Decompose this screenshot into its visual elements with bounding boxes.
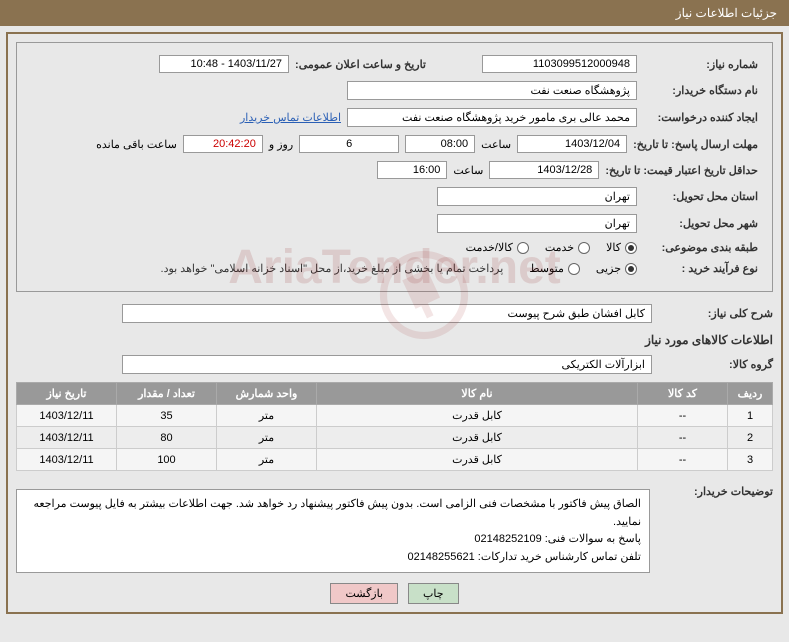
category-radio-group: کالا خدمت کالا/خدمت (466, 241, 637, 254)
cell-name: کابل قدرت (317, 427, 638, 449)
goods-section: شرح کلی نیاز: کابل افشان طبق شرح پیوست ا… (16, 304, 773, 573)
buyer-notes-label: توضیحات خریدار: (658, 481, 773, 498)
cell-row: 1 (728, 405, 773, 427)
buyer-notes-line3: تلفن تماس کارشناس خرید تدارکات: 02148255… (25, 549, 641, 567)
cell-qty: 80 (117, 427, 217, 449)
goods-info-title: اطلاعات کالاهای مورد نیاز (16, 333, 773, 347)
th-row: ردیف (728, 383, 773, 405)
radio-goods[interactable]: کالا (606, 241, 637, 254)
days-and-label: روز و (269, 138, 293, 151)
delivery-province-value: تهران (437, 187, 637, 206)
th-code: کد کالا (638, 383, 728, 405)
cell-name: کابل قدرت (317, 449, 638, 471)
cell-row: 2 (728, 427, 773, 449)
print-button[interactable]: چاپ (408, 583, 459, 604)
radio-medium[interactable]: متوسط (529, 262, 580, 275)
announce-datetime-value: 1403/11/27 - 10:48 (159, 55, 289, 73)
table-row: 2 -- کابل قدرت متر 80 1403/12/11 (17, 427, 773, 449)
price-validity-hour-value: 16:00 (377, 161, 447, 179)
response-date-value: 1403/12/04 (517, 135, 627, 153)
days-remaining-value: 6 (299, 135, 399, 153)
radio-goods-service-label: کالا/خدمت (466, 241, 513, 254)
cell-need-date: 1403/12/11 (17, 427, 117, 449)
radio-service-label: خدمت (545, 241, 574, 254)
payment-note: پرداخت تمام یا بخشی از مبلغ خرید،از محل … (161, 262, 504, 275)
hour-label-1: ساعت (481, 138, 511, 151)
cell-qty: 100 (117, 449, 217, 471)
delivery-province-label: استان محل تحویل: (643, 190, 758, 203)
announce-datetime-label: تاریخ و ساعت اعلان عمومی: (295, 58, 426, 71)
goods-group-value: ابزارآلات الکتریکی (122, 355, 652, 374)
th-need-date: تاریخ نیاز (17, 383, 117, 405)
radio-partial-label: جزیی (596, 262, 621, 275)
radio-goods-service[interactable]: کالا/خدمت (466, 241, 529, 254)
cell-need-date: 1403/12/11 (17, 449, 117, 471)
need-number-value: 1103099512000948 (482, 55, 637, 73)
purchase-process-label: نوع فرآیند خرید : (643, 262, 758, 275)
cell-unit: متر (217, 449, 317, 471)
remaining-label: ساعت باقی مانده (96, 138, 177, 151)
response-hour-value: 08:00 (405, 135, 475, 153)
cell-unit: متر (217, 427, 317, 449)
delivery-city-value: تهران (437, 214, 637, 233)
cell-code: -- (638, 427, 728, 449)
price-validity-date-value: 1403/12/28 (489, 161, 599, 179)
request-creator-label: ایجاد کننده درخواست: (643, 111, 758, 124)
cell-row: 3 (728, 449, 773, 471)
radio-circle-icon (625, 263, 637, 275)
main-container: شماره نیاز: 1103099512000948 تاریخ و ساع… (6, 32, 783, 614)
overall-desc-value: کابل افشان طبق شرح پیوست (122, 304, 652, 323)
process-radio-group: جزیی متوسط (529, 262, 637, 275)
subject-category-label: طبقه بندی موضوعی: (643, 241, 758, 254)
radio-medium-label: متوسط (529, 262, 564, 275)
th-unit: واحد شمارش (217, 383, 317, 405)
th-name: نام کالا (317, 383, 638, 405)
buyer-contact-link[interactable]: اطلاعات تماس خریدار (240, 111, 341, 124)
request-creator-value: محمد عالی بری مامور خرید پژوهشگاه صنعت ن… (347, 108, 637, 127)
goods-table: ردیف کد کالا نام کالا واحد شمارش تعداد /… (16, 382, 773, 471)
page-title: جزئیات اطلاعات نیاز (0, 0, 789, 26)
price-validity-label: حداقل تاریخ اعتبار قیمت: تا تاریخ: (605, 164, 758, 177)
radio-partial[interactable]: جزیی (596, 262, 637, 275)
buttons-row: چاپ بازگشت (16, 583, 773, 604)
table-header-row: ردیف کد کالا نام کالا واحد شمارش تعداد /… (17, 383, 773, 405)
buyer-name-label: نام دستگاه خریدار: (643, 84, 758, 97)
cell-code: -- (638, 405, 728, 427)
buyer-notes-line2: پاسخ به سوالات فنی: 02148252109 (25, 531, 641, 549)
radio-circle-icon (625, 242, 637, 254)
details-section: شماره نیاز: 1103099512000948 تاریخ و ساع… (16, 42, 773, 292)
delivery-city-label: شهر محل تحویل: (643, 217, 758, 230)
cell-qty: 35 (117, 405, 217, 427)
back-button[interactable]: بازگشت (330, 583, 398, 604)
hour-label-2: ساعت (453, 164, 483, 177)
cell-unit: متر (217, 405, 317, 427)
buyer-notes-line1: الصاق پیش فاکتور با مشخصات فنی الزامی اس… (25, 496, 641, 531)
table-row: 1 -- کابل قدرت متر 35 1403/12/11 (17, 405, 773, 427)
th-qty: تعداد / مقدار (117, 383, 217, 405)
need-number-label: شماره نیاز: (643, 58, 758, 71)
cell-code: -- (638, 449, 728, 471)
radio-service[interactable]: خدمت (545, 241, 590, 254)
goods-group-label: گروه کالا: (658, 358, 773, 371)
cell-need-date: 1403/12/11 (17, 405, 117, 427)
radio-circle-icon (578, 242, 590, 254)
response-deadline-label: مهلت ارسال پاسخ: تا تاریخ: (633, 138, 758, 151)
buyer-notes-box: الصاق پیش فاکتور با مشخصات فنی الزامی اس… (16, 489, 650, 573)
overall-desc-label: شرح کلی نیاز: (658, 307, 773, 320)
table-row: 3 -- کابل قدرت متر 100 1403/12/11 (17, 449, 773, 471)
radio-goods-label: کالا (606, 241, 621, 254)
radio-circle-icon (517, 242, 529, 254)
buyer-name-value: پژوهشگاه صنعت نفت (347, 81, 637, 100)
time-remaining-value: 20:42:20 (183, 135, 263, 153)
cell-name: کابل قدرت (317, 405, 638, 427)
radio-circle-icon (568, 263, 580, 275)
